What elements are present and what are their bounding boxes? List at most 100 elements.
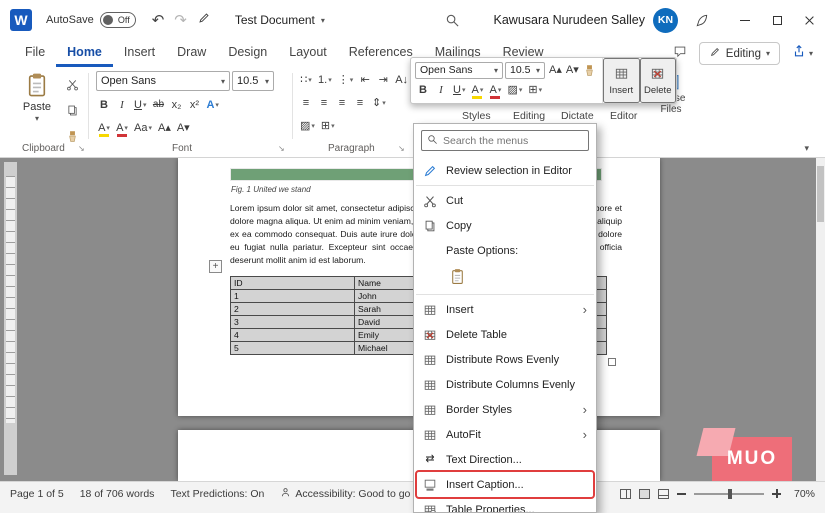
grow-font-button[interactable]: A▴ (547, 61, 564, 79)
font-size-select[interactable]: 10.5 ▾ (232, 71, 274, 91)
status-item-of-words[interactable]: 18 of 706 words (80, 487, 155, 501)
user-name[interactable]: Kawusara Nurudeen Salley (494, 13, 645, 27)
indent-button[interactable]: ⇥ (375, 71, 391, 89)
menu-item-text-direction[interactable]: ⇄Text Direction... (414, 447, 596, 472)
scissors-button[interactable] (64, 75, 81, 93)
subscript-button[interactable]: x₂ (168, 96, 184, 114)
redo-icon[interactable]: ↷ (174, 11, 187, 29)
menu-search-box[interactable] (421, 130, 589, 151)
zoom-out-icon[interactable] (677, 493, 686, 495)
share-button[interactable]: ▾ (792, 44, 813, 63)
zoom-in-icon[interactable] (772, 489, 781, 498)
green-table-cell[interactable] (230, 168, 416, 181)
tab-insert[interactable]: Insert (113, 40, 166, 67)
print-layout-icon[interactable] (639, 489, 650, 499)
numbering-button[interactable]: 1.▾ (316, 71, 334, 89)
align-right-button[interactable]: ≡ (334, 94, 350, 112)
bold-button[interactable]: B (415, 81, 431, 99)
sort-button[interactable]: A↓ (393, 71, 410, 89)
shrink-font-button[interactable]: A▾ (175, 119, 192, 137)
paragraph-dialog-launcher-icon[interactable]: ↘ (398, 144, 405, 153)
bold-button[interactable]: B (96, 96, 112, 114)
underline-button[interactable]: U▾ (132, 96, 148, 114)
paste-option-button[interactable] (444, 265, 470, 291)
table-cell[interactable]: 5 (231, 342, 355, 355)
table-header-cell[interactable]: ID (231, 277, 355, 290)
shrink-font-button[interactable]: A▾ (564, 61, 581, 79)
font-name-select[interactable]: Open Sans ▾ (96, 71, 230, 91)
menu-item-border-styles[interactable]: Border Styles› (414, 397, 596, 422)
status-item-accessibility-good-to-go[interactable]: Accessibility: Good to go (280, 487, 410, 501)
tab-file[interactable]: File (14, 40, 56, 67)
vertical-scrollbar[interactable] (816, 158, 825, 481)
format-painter-button[interactable] (64, 127, 81, 145)
table-cell[interactable]: 1 (231, 290, 355, 303)
font-color-button[interactable]: A▾ (487, 81, 503, 99)
italic-button[interactable]: I (114, 96, 130, 114)
strikethrough-button[interactable]: ab (150, 96, 166, 114)
word-app-icon[interactable]: W (10, 9, 32, 31)
italic-button[interactable]: I (433, 81, 449, 99)
mini-font-size-select[interactable]: 10.5 ▾ (505, 62, 545, 79)
editor-button-label[interactable]: Editor (610, 110, 637, 122)
dictate-button-label[interactable]: Dictate (561, 110, 594, 122)
insert-table-button[interactable]: Insert (603, 58, 640, 103)
styles-button-label[interactable]: Styles (462, 110, 491, 122)
text-highlight-button[interactable]: A▾ (469, 81, 485, 99)
table-move-handle[interactable]: + (209, 260, 222, 273)
tab-layout[interactable]: Layout (278, 40, 338, 67)
justify-button[interactable]: ≡ (352, 94, 368, 112)
autosave-toggle[interactable]: Off (100, 12, 136, 28)
text-highlight-button[interactable]: A▾ (96, 119, 112, 137)
menu-item-distribute-columns-evenly[interactable]: Distribute Columns Evenly (414, 372, 596, 397)
multilevel-button[interactable]: ⋮▾ (336, 71, 356, 89)
quill-icon[interactable] (694, 13, 709, 28)
menu-search-input[interactable] (443, 135, 583, 147)
copy-button[interactable] (64, 101, 81, 119)
collapse-ribbon-icon[interactable]: ▾ (804, 143, 809, 154)
menu-item-copy[interactable]: Copy (414, 213, 596, 238)
tab-draw[interactable]: Draw (166, 40, 217, 67)
menu-item-insert[interactable]: Insert› (414, 297, 596, 322)
document-title[interactable]: Test Document ▾ (235, 13, 325, 27)
tab-design[interactable]: Design (217, 40, 278, 67)
table-cell[interactable]: 2 (231, 303, 355, 316)
undo-icon[interactable]: ↶ (152, 11, 165, 29)
menu-item-insert-caption[interactable]: Insert Caption... (414, 472, 596, 497)
superscript-button[interactable]: x² (186, 96, 202, 114)
status-item-page-of[interactable]: Page 1 of 5 (10, 487, 64, 501)
shading-button[interactable]: ▨▾ (298, 117, 317, 135)
paste-button[interactable]: Paste ▾ (14, 72, 60, 123)
zoom-level[interactable]: 70% (789, 488, 815, 500)
menu-item-delete-table[interactable]: Delete Table (414, 322, 596, 347)
close-button[interactable] (793, 4, 825, 36)
grow-font-button[interactable]: A▴ (156, 119, 173, 137)
editing-group-label[interactable]: Editing (513, 110, 545, 122)
mini-font-name-select[interactable]: Open Sans ▾ (415, 62, 503, 79)
menu-item-autofit[interactable]: AutoFit› (414, 422, 596, 447)
avatar[interactable]: KN (653, 8, 678, 33)
change-case-button[interactable]: Aa▾ (132, 119, 154, 137)
minimize-button[interactable] (729, 4, 761, 36)
borders-button[interactable]: ⊞▾ (319, 117, 337, 135)
bullets-button[interactable]: ∷▾ (298, 71, 314, 89)
clipboard-dialog-launcher-icon[interactable]: ↘ (78, 144, 85, 153)
web-layout-icon[interactable] (658, 489, 669, 499)
menu-item-review-selection-in-editor[interactable]: Review selection in Editor (414, 158, 596, 183)
editing-mode-button[interactable]: Editing ▾ (699, 42, 780, 65)
search-icon[interactable] (445, 13, 460, 28)
font-dialog-launcher-icon[interactable]: ↘ (278, 144, 285, 153)
delete-table-button[interactable]: Delete (640, 58, 677, 103)
zoom-slider[interactable] (694, 493, 764, 495)
line-spacing-button[interactable]: ⇕▾ (370, 94, 388, 112)
align-center-button[interactable]: ≡ (316, 94, 332, 112)
align-left-button[interactable]: ≡ (298, 94, 314, 112)
status-item-text-predictions-on[interactable]: Text Predictions: On (170, 487, 264, 501)
format-painter-button[interactable] (581, 61, 598, 79)
scrollbar-thumb[interactable] (817, 166, 824, 222)
read-mode-icon[interactable] (620, 489, 631, 499)
text-effects-button[interactable]: A▾ (204, 96, 220, 114)
maximize-button[interactable] (761, 4, 793, 36)
borders-button[interactable]: ⊞▾ (526, 81, 544, 99)
table-cell[interactable]: 4 (231, 329, 355, 342)
